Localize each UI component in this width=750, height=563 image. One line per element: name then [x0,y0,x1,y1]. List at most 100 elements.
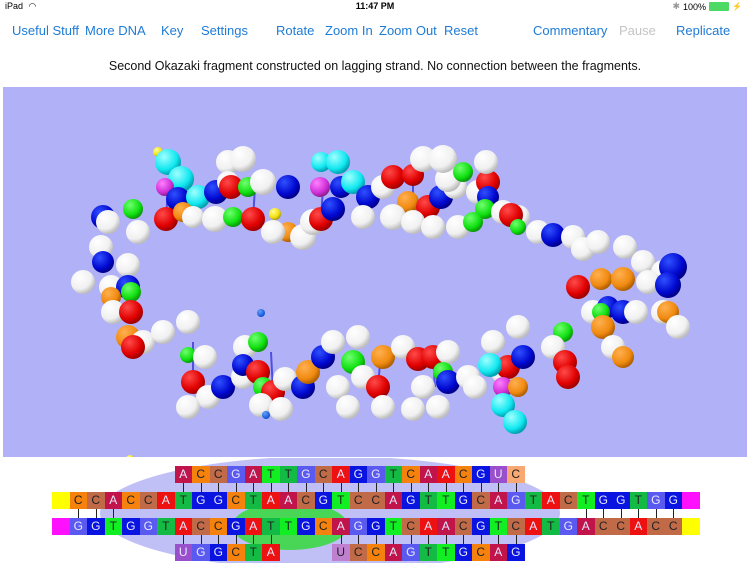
template-top-base: T [174,492,192,509]
status-bar: iPad ◠ 11:47 PM ✱ 100% ⚡ [0,0,750,13]
strand-end-cap [52,492,70,509]
base-pair-bond [375,483,377,492]
white-atom [269,397,293,421]
white-atom [182,206,204,228]
okazaki-fragment-base: U [174,544,192,561]
blue-atom [92,251,114,273]
molecule-model[interactable] [3,87,747,457]
okazaki-fragment-base: T [419,544,437,561]
template-top-base: A [489,492,507,509]
strand-end-cap [52,518,70,535]
template-top-base: G [314,492,332,509]
base-pair-bond [480,483,482,492]
reset-button[interactable]: Reset [444,23,478,38]
template-top-base: C [559,492,577,509]
useful-stuff-button[interactable]: Useful Stuff [12,23,79,38]
okazaki-fragment-base: C [472,544,490,561]
cyan-atom [326,150,350,174]
blue-atom [257,309,265,317]
battery-icon [709,2,730,11]
pause-button[interactable]: Pause [619,23,656,38]
replicate-button[interactable]: Replicate [676,23,730,38]
leading-strand-base: T [384,466,402,483]
base-pair-bond [515,483,517,492]
leading-strand-base: C [314,466,332,483]
key-button[interactable]: Key [161,23,183,38]
strand-end-cap [682,492,700,509]
okazaki-fragment-base: A [384,544,402,561]
dna-3d-viewport[interactable] [3,87,747,457]
white-atom [346,325,370,349]
base-pair-bond [218,535,219,544]
template-bottom-base: A [419,518,437,535]
base-pair-bond [113,509,114,518]
template-top-base: T [577,492,595,509]
charging-icon: ⚡ [732,2,742,11]
base-pair-bond [603,509,604,518]
more-dna-button[interactable]: More DNA [85,23,146,38]
white-atom [176,395,200,419]
template-top-base: G [507,492,525,509]
commentary-caption: Second Okazaki fragment constructed on l… [108,59,642,73]
blue-atom [655,272,681,298]
leading-strand-base: A [174,466,192,483]
magenta-atom [310,177,330,197]
white-atom [586,230,610,254]
commentary-button[interactable]: Commentary [533,23,607,38]
base-pair-bond [393,535,394,544]
base-pair-bond [515,535,517,544]
base-pair-bond [375,535,377,544]
template-bottom-base: T [104,518,122,535]
blue-atom [436,370,460,394]
template-bottom-base: C [402,518,420,535]
white-atom [321,330,345,354]
base-pair-bond [200,483,202,492]
base-pair-bond [253,535,254,544]
okazaki-fragment-base: G [402,544,420,561]
leading-strand-base: C [209,466,227,483]
base-pair-bond [95,509,97,518]
base-pair-bond [270,483,272,492]
settings-button[interactable]: Settings [201,23,248,38]
base-pair-bond [638,509,639,518]
zoom-in-button[interactable]: Zoom In [325,23,373,38]
template-bottom-base: C [664,518,682,535]
red-atom [241,207,265,231]
white-atom [71,270,95,294]
okazaki-fragment-base: C [227,544,245,561]
template-bottom-base: G [297,518,315,535]
template-bottom-base: T [489,518,507,535]
okazaki-fragment-base: G [507,544,525,561]
rotate-button[interactable]: Rotate [276,23,314,38]
template-bottom-base: T [262,518,280,535]
white-atom [426,395,450,419]
leading-strand-base: G [472,466,490,483]
zoom-out-button[interactable]: Zoom Out [379,23,437,38]
template-bottom-base: G [349,518,367,535]
base-pair-bond [358,535,359,544]
template-top-base: A [157,492,175,509]
base-pair-bond [78,509,79,518]
base-pair-bond [445,535,447,544]
leading-strand-base: C [454,466,472,483]
base-pair-bond [200,535,202,544]
leading-strand-base: G [367,466,385,483]
template-top-base: A [542,492,560,509]
base-pair-bond [498,483,499,492]
green-atom [463,212,483,232]
white-atom [230,146,256,172]
white-atom [411,375,435,399]
base-pair-bond [480,535,482,544]
strand-end-cap [682,518,700,535]
template-top-base: G [664,492,682,509]
template-bottom-base: G [559,518,577,535]
template-bottom-base: C [192,518,210,535]
template-bottom-base: G [87,518,105,535]
template-top-base: A [104,492,122,509]
template-bottom-base: G [69,518,87,535]
leading-strand-base: U [489,466,507,483]
template-top-base: C [87,492,105,509]
base-pair-bond [445,483,447,492]
base-pair-bond [235,483,237,492]
red-atom [121,335,145,359]
